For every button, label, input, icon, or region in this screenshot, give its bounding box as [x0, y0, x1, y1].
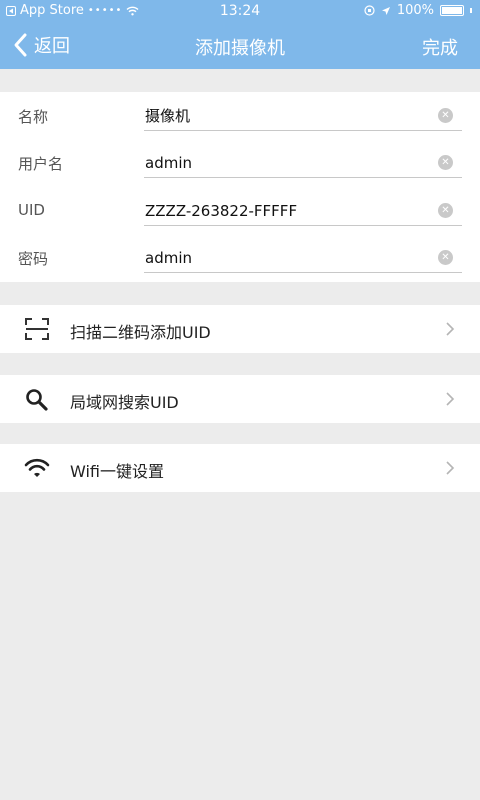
password-row: 密码 ✕ — [0, 234, 480, 282]
qr-scan-icon — [25, 318, 49, 340]
uid-label: UID — [18, 201, 45, 219]
chevron-right-icon — [446, 322, 455, 336]
battery-icon — [440, 5, 464, 16]
page-title: 添加摄像机 — [195, 38, 285, 59]
password-label: 密码 — [18, 250, 49, 268]
username-row: 用户名 ✕ — [0, 139, 480, 187]
status-right: 100% — [364, 3, 472, 18]
search-icon — [26, 389, 48, 411]
wifi-setup-label: Wifi一键设置 — [70, 462, 164, 481]
clear-icon[interactable]: ✕ — [438, 250, 453, 265]
wifi-setup-row[interactable]: Wifi一键设置 — [0, 444, 480, 492]
scan-qr-label: 扫描二维码添加UID — [70, 323, 211, 342]
wifi-icon — [24, 458, 50, 477]
password-input[interactable] — [144, 243, 462, 273]
clear-icon[interactable]: ✕ — [438, 108, 453, 123]
battery-percent: 100% — [396, 3, 434, 18]
username-label: 用户名 — [18, 155, 64, 173]
status-bar: App Store ••••• 13:24 100% — [0, 0, 480, 22]
scan-qr-row[interactable]: 扫描二维码添加UID — [0, 305, 480, 353]
clear-icon[interactable]: ✕ — [438, 155, 453, 170]
nav-bar: 返回 添加摄像机 完成 — [0, 22, 480, 69]
chevron-right-icon — [446, 392, 455, 406]
done-button[interactable]: 完成 — [422, 34, 458, 60]
uid-row: UID ✕ — [0, 187, 480, 235]
location-icon — [381, 6, 390, 15]
username-input[interactable] — [144, 148, 462, 178]
top-bar: App Store ••••• 13:24 100% 返回 添加摄像机 完成 — [0, 0, 480, 69]
chevron-right-icon — [446, 461, 455, 475]
lock-rotation-icon — [364, 5, 375, 16]
lan-search-row[interactable]: 局域网搜索UID — [0, 375, 480, 423]
name-label: 名称 — [18, 108, 49, 126]
name-input[interactable] — [144, 101, 462, 131]
clear-icon[interactable]: ✕ — [438, 203, 453, 218]
lan-search-label: 局域网搜索UID — [70, 393, 179, 412]
camera-form: 名称 ✕ 用户名 ✕ UID ✕ 密码 ✕ — [0, 92, 480, 282]
name-row: 名称 ✕ — [0, 92, 480, 140]
uid-input[interactable] — [144, 196, 462, 226]
battery-tip — [470, 8, 472, 13]
